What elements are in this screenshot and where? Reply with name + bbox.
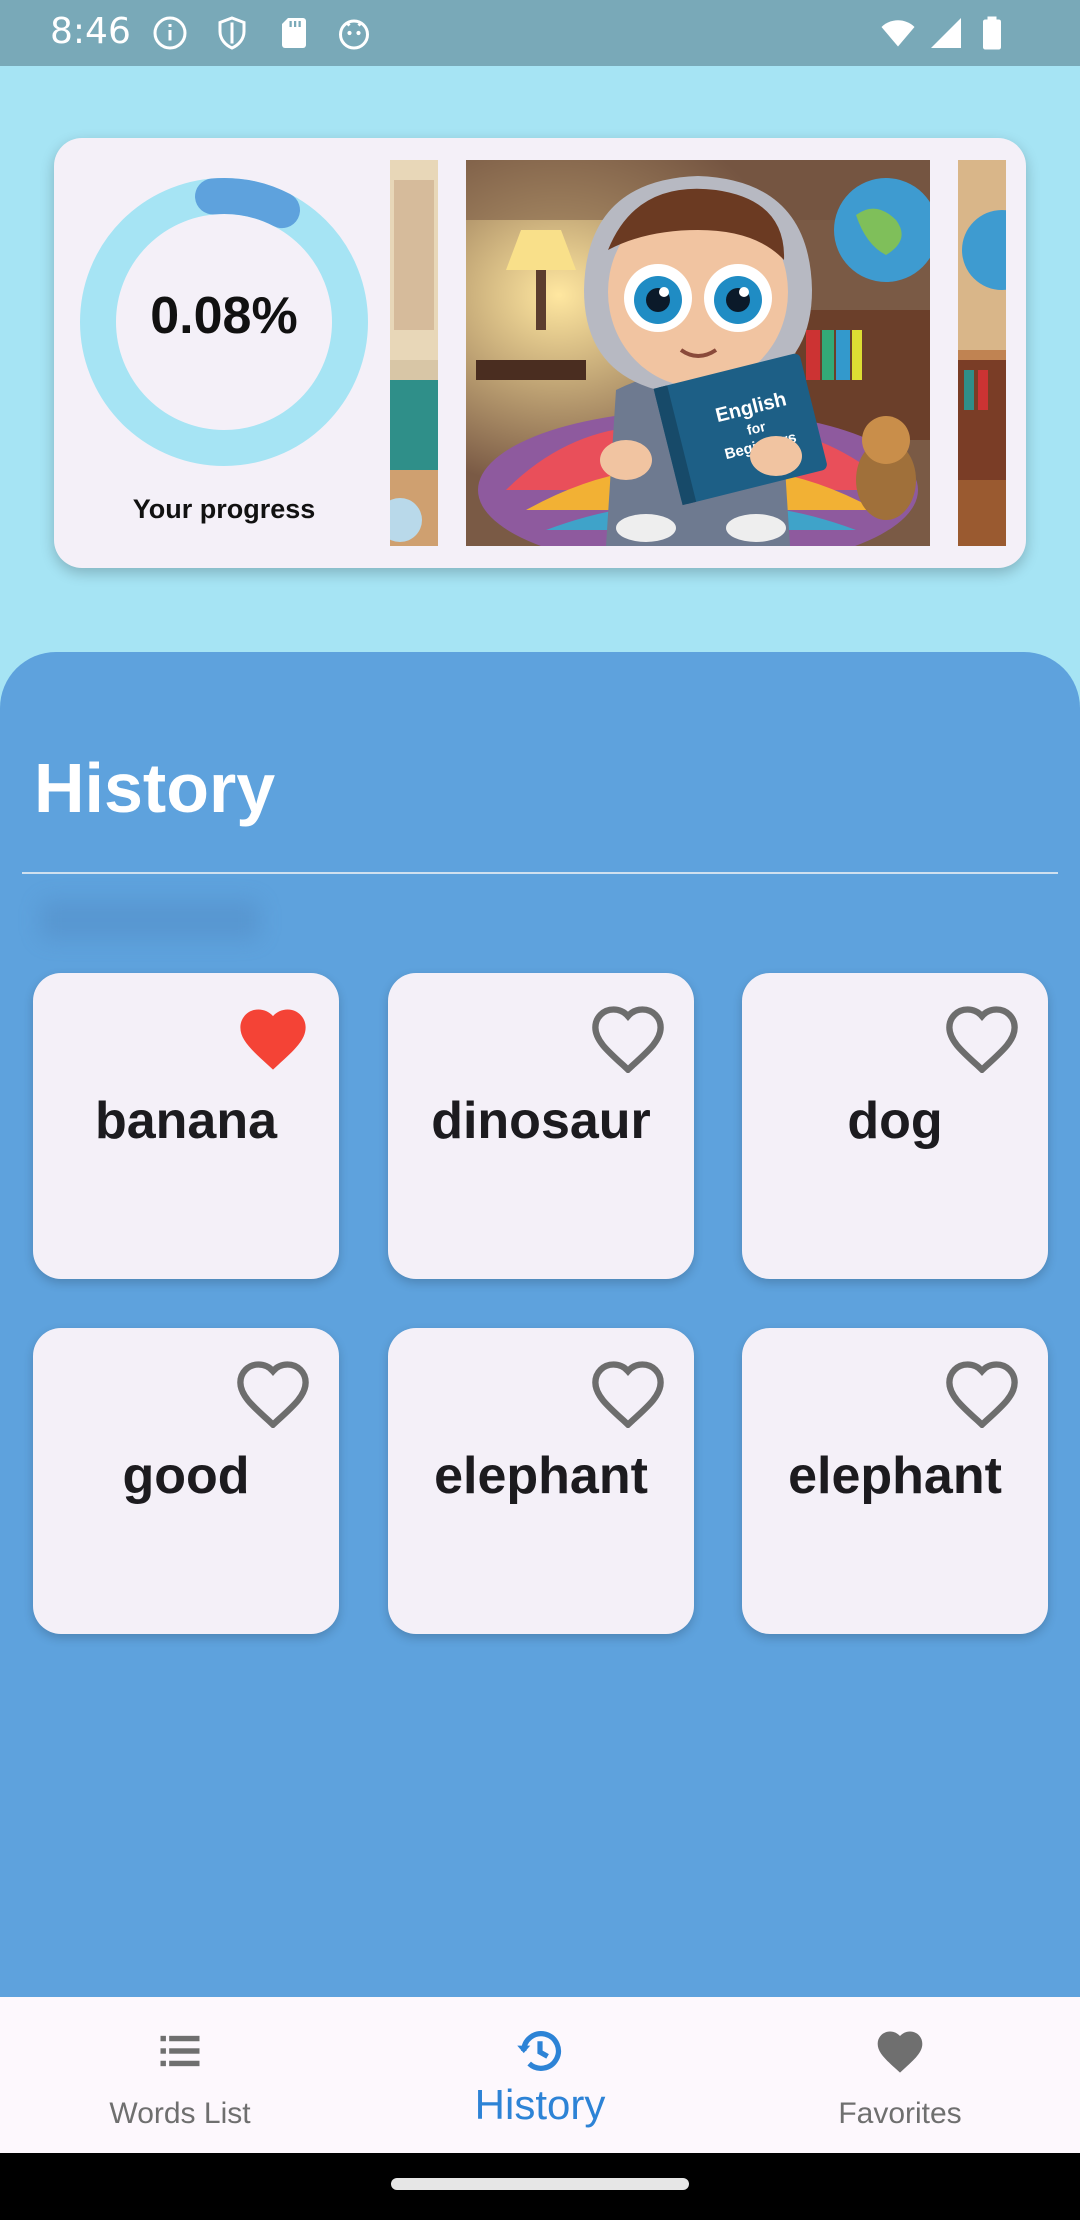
status-time: 8:46: [50, 11, 131, 52]
shield-icon: [218, 16, 246, 50]
history-panel: [0, 652, 1080, 1997]
word-card[interactable]: elephant: [742, 1328, 1048, 1634]
word-label: good: [122, 1447, 250, 1505]
word-label: dinosaur: [431, 1092, 651, 1150]
info-icon: [153, 16, 187, 50]
word-card[interactable]: banana: [33, 973, 339, 1279]
nav-label-history: History: [474, 2081, 606, 2128]
heart-icon: [877, 2031, 923, 2073]
history-divider: [22, 872, 1058, 874]
favorite-heart-outline-icon[interactable]: [590, 1003, 666, 1073]
progress-label: Your progress: [132, 494, 316, 524]
favorite-heart-filled-icon[interactable]: [235, 1003, 311, 1073]
word-label: dog: [847, 1092, 943, 1150]
home-indicator[interactable]: [391, 2178, 689, 2190]
blurred-placeholder: [40, 900, 260, 940]
progress-value: 0.08%: [150, 287, 298, 345]
room-right-thumbnail[interactable]: [958, 160, 1006, 546]
word-label: elephant: [434, 1447, 648, 1505]
word-card[interactable]: elephant: [388, 1328, 694, 1634]
nav-item-favorites[interactable]: Favorites: [720, 1997, 1080, 2153]
history-title: History: [34, 749, 276, 827]
nav-item-history[interactable]: History: [360, 1997, 720, 2153]
android-icon: [339, 19, 369, 50]
word-card[interactable]: dog: [742, 973, 1048, 1279]
history-icon: [517, 2031, 562, 2071]
nav-label-words-list: Words List: [109, 2097, 251, 2130]
favorite-heart-outline-icon[interactable]: [944, 1003, 1020, 1073]
favorite-heart-outline-icon[interactable]: [590, 1358, 666, 1428]
sd-card-icon: [282, 18, 306, 48]
favorite-heart-outline-icon[interactable]: [235, 1358, 311, 1428]
wifi-icon: [881, 20, 915, 47]
bottom-navigation: Words List History Favorites: [0, 1997, 1080, 2153]
word-card[interactable]: dinosaur: [388, 973, 694, 1279]
battery-icon: [983, 16, 1001, 50]
word-label: elephant: [788, 1447, 1002, 1505]
favorite-heart-outline-icon[interactable]: [944, 1358, 1020, 1428]
progress-card: 0.08% Your progress English for: [54, 138, 1026, 568]
signal-icon: [931, 18, 961, 48]
status-bar: 8:46: [0, 0, 1080, 66]
boy-reading-english-book-illustration[interactable]: English for Beginners: [466, 160, 930, 546]
nav-label-favorites: Favorites: [838, 2097, 962, 2130]
word-label: banana: [94, 1092, 278, 1150]
nav-item-words-list[interactable]: Words List: [0, 1997, 360, 2153]
room-left-thumbnail[interactable]: [390, 160, 438, 546]
word-card[interactable]: good: [33, 1328, 339, 1634]
list-icon: [160, 2035, 200, 2067]
